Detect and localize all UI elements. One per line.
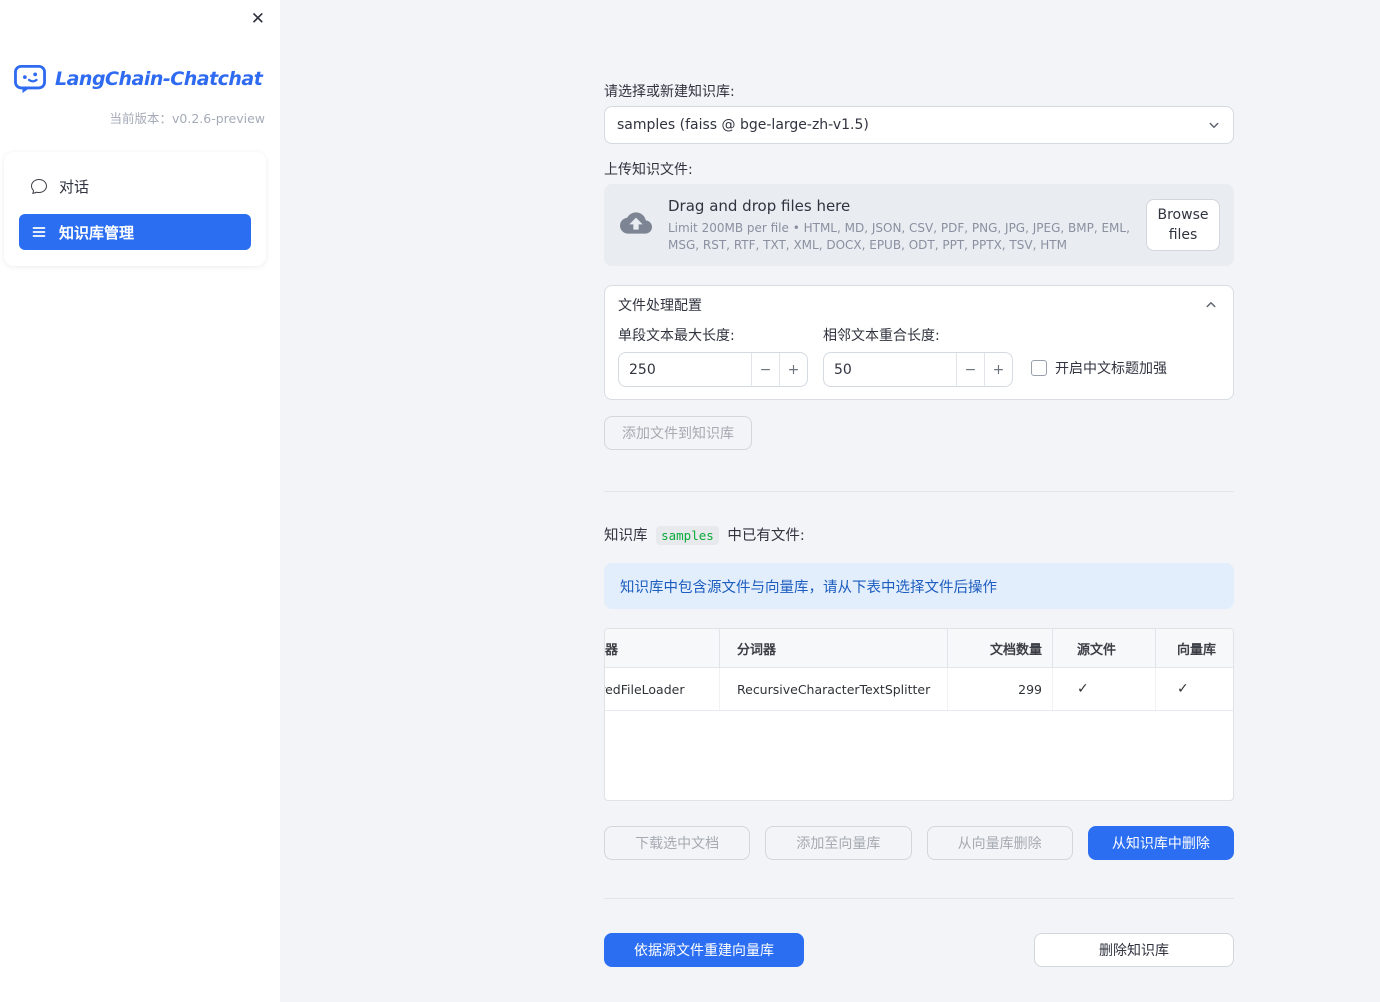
chevron-down-icon [1205, 116, 1223, 134]
add-files-to-kb-button[interactable]: 添加文件到知识库 [604, 416, 752, 450]
chunk-size-input[interactable]: 250 − + [618, 352, 808, 387]
expander-header[interactable]: 文件处理配置 [605, 286, 1233, 324]
version-label: 当前版本：v0.2.6-preview [109, 111, 266, 126]
overlap-size-value: 50 [834, 361, 852, 378]
check-icon: ✓ [1177, 681, 1189, 697]
cell-vector-store: ✓ [1156, 668, 1233, 710]
sidebar-item-knowledge-base[interactable]: 知识库管理 [19, 214, 251, 250]
upload-label: 上传知识文件: [604, 162, 693, 178]
uploader-text: Drag and drop files here Limit 200MB per… [668, 197, 1130, 254]
uploader-title: Drag and drop files here [668, 196, 851, 215]
sidebar-menu: 对话 知识库管理 [4, 152, 266, 266]
delete-from-vector-store-button[interactable]: 从向量库删除 [926, 826, 1073, 860]
delete-kb-button[interactable]: 删除知识库 [1034, 933, 1234, 967]
delete-from-kb-button[interactable]: 从知识库中删除 [1087, 826, 1234, 860]
kb-files-heading: 知识库 samples 中已有文件: [604, 525, 1234, 547]
uploader-limit-hint: Limit 200MB per file • HTML, MD, JSON, C… [668, 220, 1130, 252]
overlap-size-input[interactable]: 50 − + [823, 352, 1013, 387]
menu-item-label: 知识库管理 [59, 223, 135, 242]
expander-content: 单段文本最大长度: 250 − + 相邻文本重合长度: 50 − + 开启中文标… [605, 324, 1233, 399]
chunk-size-label: 单段文本最大长度: [618, 328, 735, 344]
chunk-size-value: 250 [629, 361, 656, 378]
cell-source-file: ✓ [1053, 668, 1156, 710]
zh-title-enhance-label: 开启中文标题加强 [1055, 361, 1167, 377]
close-icon: ✕ [250, 9, 265, 28]
chunk-size-increment-button[interactable]: + [779, 353, 807, 386]
main-content: 请选择或新建知识库: samples (faiss @ bge-large-zh… [280, 0, 1380, 1002]
file-config-expander: 文件处理配置 单段文本最大长度: 250 − + 相邻文本重合长度: 50 − … [604, 285, 1234, 400]
column-header-doc-count[interactable]: 文档数量 [948, 629, 1053, 667]
kb-files-prefix: 知识库 [604, 528, 648, 544]
chat-icon [31, 178, 47, 194]
table-row[interactable]: UnstructuredFileLoader RecursiveCharacte… [605, 668, 1233, 711]
file-uploader-dropzone[interactable]: Drag and drop files here Limit 200MB per… [604, 184, 1234, 266]
checkbox-box[interactable] [1031, 360, 1047, 376]
expander-title: 文件处理配置 [618, 298, 702, 314]
kb-select-label: 请选择或新建知识库: [604, 84, 735, 100]
menu-item-label: 对话 [59, 177, 90, 196]
add-to-vector-store-button[interactable]: 添加至向量库 [765, 826, 912, 860]
sidebar-item-dialogue[interactable]: 对话 [19, 168, 251, 204]
cell-splitter: RecursiveCharacterTextSplitter [720, 668, 948, 710]
kb-footer-actions: 依据源文件重建向量库 删除知识库 [604, 933, 1234, 967]
cloud-upload-icon [620, 207, 652, 243]
divider [604, 898, 1234, 899]
app-root: ✕ LangChain-Chatchat 当前版本：v0.2.6-preview [0, 0, 1380, 1002]
kb-files-suffix: 中已有文件: [727, 528, 805, 544]
column-header-vector-store[interactable]: 向量库 [1156, 629, 1233, 667]
overlap-size-increment-button[interactable]: + [984, 353, 1012, 386]
kb-files-table[interactable]: 文档加载器 分词器 文档数量 源文件 向量库 UnstructuredFileL… [604, 628, 1234, 801]
kb-selectbox[interactable]: samples (faiss @ bge-large-zh-v1.5) [604, 106, 1234, 144]
chunk-size-decrement-button[interactable]: − [751, 353, 779, 386]
cell-loader: UnstructuredFileLoader [605, 668, 720, 710]
divider [604, 491, 1234, 492]
zh-title-enhance-checkbox[interactable]: 开启中文标题加强 [1031, 358, 1167, 378]
file-actions: 下载选中文档 添加至向量库 从向量库删除 从知识库中删除 [604, 826, 1234, 860]
rebuild-vector-store-button[interactable]: 依据源文件重建向量库 [604, 933, 804, 967]
overlap-size-label: 相邻文本重合长度: [823, 328, 940, 344]
info-banner-text: 知识库中包含源文件与向量库，请从下表中选择文件后操作 [620, 579, 997, 596]
column-header-splitter[interactable]: 分词器 [720, 629, 948, 667]
sidebar: ✕ LangChain-Chatchat 当前版本：v0.2.6-preview [0, 0, 280, 1002]
chevron-up-icon [1202, 296, 1220, 314]
kb-selectbox-value: samples (faiss @ bge-large-zh-v1.5) [617, 117, 869, 133]
info-banner: 知识库中包含源文件与向量库，请从下表中选择文件后操作 [604, 563, 1234, 609]
column-header-loader[interactable]: 文档加载器 [605, 629, 720, 667]
chat-bubble-logo-icon [13, 64, 47, 94]
check-icon: ✓ [1077, 681, 1089, 697]
kb-name-code: samples [656, 526, 719, 545]
app-logo: LangChain-Chatchat [13, 64, 270, 94]
list-icon [31, 224, 47, 240]
cell-doc-count: 299 [948, 668, 1053, 710]
overlap-size-decrement-button[interactable]: − [956, 353, 984, 386]
download-selected-button[interactable]: 下载选中文档 [604, 826, 751, 860]
table-header-row: 文档加载器 分词器 文档数量 源文件 向量库 [605, 629, 1233, 668]
sidebar-close-button[interactable]: ✕ [247, 6, 269, 31]
logo-text: LangChain-Chatchat [55, 68, 263, 90]
column-header-source-file[interactable]: 源文件 [1053, 629, 1156, 667]
browse-files-button[interactable]: Browse files [1146, 198, 1220, 252]
